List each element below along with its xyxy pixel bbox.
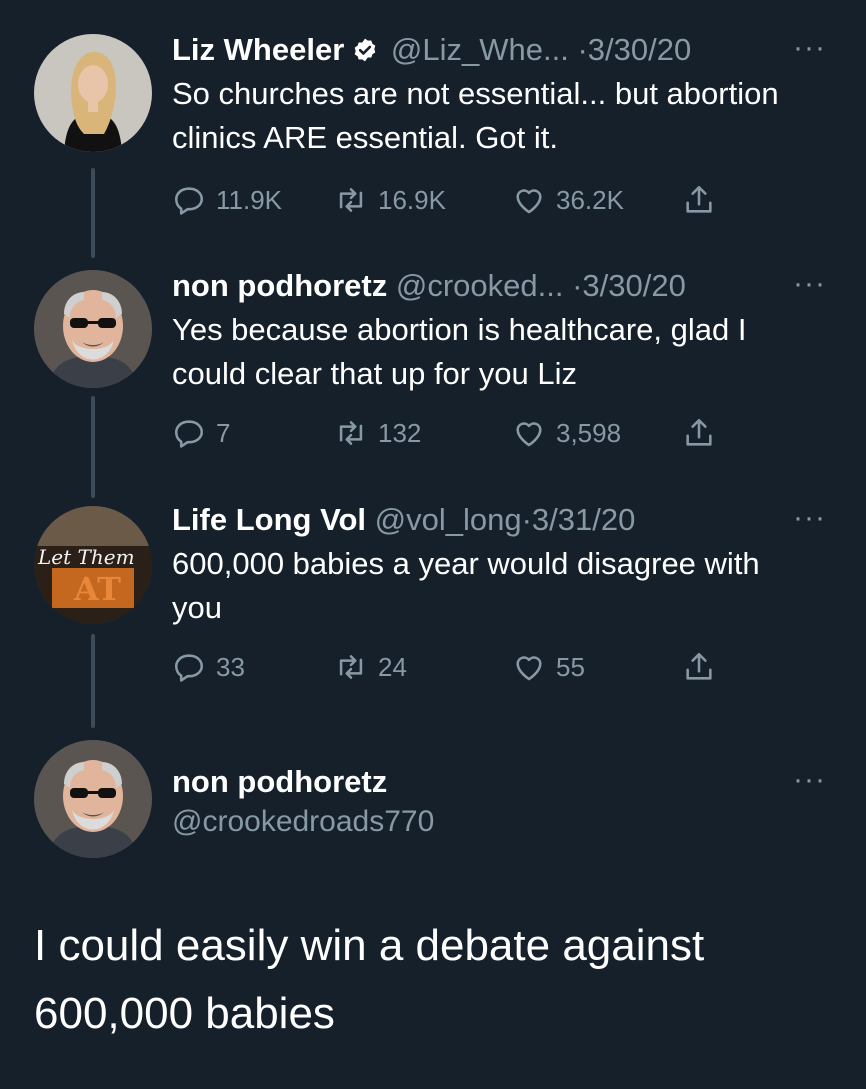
reply-count: 7 xyxy=(216,417,231,448)
author-handle[interactable]: @crookedroads770 xyxy=(172,802,434,842)
share-icon xyxy=(682,650,716,684)
share-button[interactable] xyxy=(682,180,726,220)
reply-count: 33 xyxy=(216,651,245,682)
thread-line xyxy=(91,634,95,728)
retweet-count: 24 xyxy=(378,651,407,682)
like-button[interactable]: 55 xyxy=(512,647,585,687)
retweet-button[interactable]: 16.9K xyxy=(334,180,446,220)
like-icon xyxy=(512,416,546,450)
retweet-button[interactable]: 24 xyxy=(334,647,407,687)
tweet-date[interactable]: 3/30/20 xyxy=(582,268,685,303)
share-button[interactable] xyxy=(682,647,726,687)
avatar-life-long-vol[interactable]: AT Let Them xyxy=(34,506,152,624)
tweet-header: Liz Wheeler @Liz_Whe... ·3/30/20 xyxy=(172,30,826,70)
reply-button[interactable]: 7 xyxy=(172,413,230,453)
reply-icon xyxy=(172,650,206,684)
reply-button[interactable]: 33 xyxy=(172,647,245,687)
tweet-date[interactable]: 3/30/20 xyxy=(588,32,691,67)
svg-text:AT: AT xyxy=(73,570,121,608)
like-button[interactable]: 3,598 xyxy=(512,413,621,453)
reply-icon xyxy=(172,416,206,450)
thread-line xyxy=(91,168,95,258)
tweet-header: Life Long Vol @vol_long·3/31/20 xyxy=(172,500,826,540)
share-button[interactable] xyxy=(682,413,726,453)
like-count: 55 xyxy=(556,651,585,682)
tweet-actions: 11.9K 16.9K 36.2K xyxy=(172,180,732,220)
tweet-actions: 33 24 55 xyxy=(172,647,732,687)
share-icon xyxy=(682,183,716,217)
author-handle[interactable]: @crooked... xyxy=(396,268,564,303)
author-name[interactable]: non podhoretz xyxy=(172,268,387,303)
like-count: 3,598 xyxy=(556,417,622,448)
retweet-count: 132 xyxy=(378,417,422,448)
reply-button[interactable]: 11.9K xyxy=(172,180,282,220)
avatar-liz-wheeler[interactable] xyxy=(34,34,152,152)
main-tweet-text: I could easily win a debate against 600,… xyxy=(34,921,705,1038)
separator-dot: · xyxy=(577,32,588,67)
author-name[interactable]: Liz Wheeler xyxy=(172,32,344,67)
separator-dot: · xyxy=(521,502,532,537)
like-icon xyxy=(512,183,546,217)
tweet-text: 600,000 babies a year would disagree wit… xyxy=(172,546,760,625)
tweet-non-podhoretz-reply[interactable]: non podhoretz @crooked... ·3/30/20 ··· Y… xyxy=(0,266,866,498)
tweet-life-long-vol[interactable]: AT Let Them Life Long Vol @vol_long·3/31… xyxy=(0,500,866,730)
verified-badge-icon xyxy=(354,38,376,62)
more-icon[interactable]: ··· xyxy=(793,765,826,795)
like-count: 36.2K xyxy=(556,184,624,215)
retweet-icon xyxy=(334,650,368,684)
more-icon[interactable]: ··· xyxy=(793,503,826,533)
retweet-icon xyxy=(334,416,368,450)
avatar-non-podhoretz[interactable] xyxy=(34,270,152,388)
tweet-liz-wheeler[interactable]: Liz Wheeler @Liz_Whe... ·3/30/20 ··· So … xyxy=(0,30,866,260)
author-name[interactable]: non podhoretz xyxy=(172,762,387,802)
like-icon xyxy=(512,650,546,684)
author-handle[interactable]: @Liz_Whe... xyxy=(391,32,569,67)
avatar-logo-text: Let Them xyxy=(37,545,135,569)
tweet-text: So churches are not essential... but abo… xyxy=(172,76,779,155)
reply-icon xyxy=(172,183,206,217)
tweet-header: non podhoretz @crooked... ·3/30/20 xyxy=(172,266,826,306)
separator-dot: · xyxy=(572,268,583,303)
tweet-text: Yes because abortion is healthcare, glad… xyxy=(172,312,747,391)
retweet-count: 16.9K xyxy=(378,184,446,215)
author-name[interactable]: Life Long Vol xyxy=(172,502,366,537)
like-button[interactable]: 36.2K xyxy=(512,180,624,220)
tweet-actions: 7 132 3,598 xyxy=(172,413,732,453)
retweet-icon xyxy=(334,183,368,217)
more-icon[interactable]: ··· xyxy=(793,269,826,299)
thread-line xyxy=(91,396,95,498)
reply-count: 11.9K xyxy=(216,184,283,215)
more-icon[interactable]: ··· xyxy=(793,33,826,63)
author-handle[interactable]: @vol_long xyxy=(375,502,522,537)
tweet-date[interactable]: 3/31/20 xyxy=(532,502,635,537)
avatar-non-podhoretz[interactable] xyxy=(34,740,152,858)
share-icon xyxy=(682,416,716,450)
retweet-button[interactable]: 132 xyxy=(334,413,421,453)
